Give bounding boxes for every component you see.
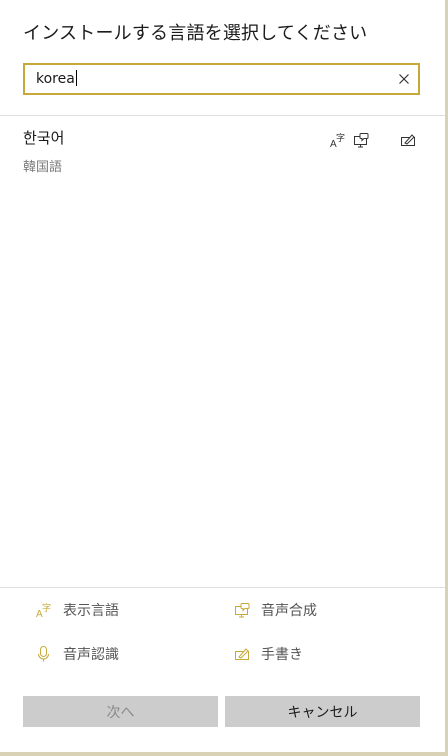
speech-synthesis-icon	[354, 133, 369, 148]
microphone-icon	[38, 646, 49, 662]
search-input-value: korea	[36, 71, 75, 87]
legend-label: 音声認識	[63, 647, 119, 663]
language-native-name: 한국어	[23, 129, 65, 147]
svg-text:字: 字	[336, 132, 345, 144]
language-local-name: 韓国語	[23, 160, 63, 175]
search-input[interactable]: korea	[36, 70, 77, 87]
svg-text:字: 字	[42, 602, 51, 614]
cancel-button[interactable]: キャンセル	[225, 696, 420, 727]
list-item-korean[interactable]: 한국어 韓国語 A 字	[0, 116, 445, 184]
handwriting-icon	[235, 648, 249, 660]
display-language-icon: A 字	[36, 602, 51, 619]
display-language-icon: A 字	[330, 132, 345, 149]
close-icon[interactable]	[396, 71, 412, 87]
speech-synthesis-icon	[235, 603, 250, 618]
text-caret	[75, 70, 77, 86]
legend-label: 手書き	[261, 647, 303, 663]
legend-label: 音声合成	[261, 603, 317, 619]
handwriting-icon	[401, 134, 415, 146]
install-language-dialog: インストールする言語を選択してください korea 한국어 韓国語 A 字 A …	[0, 0, 448, 756]
search-box[interactable]: korea	[23, 63, 420, 95]
next-button[interactable]: 次へ	[23, 696, 218, 727]
legend-label: 表示言語	[63, 603, 119, 619]
divider	[0, 587, 445, 588]
dialog-title: インストールする言語を選択してください	[23, 23, 368, 44]
